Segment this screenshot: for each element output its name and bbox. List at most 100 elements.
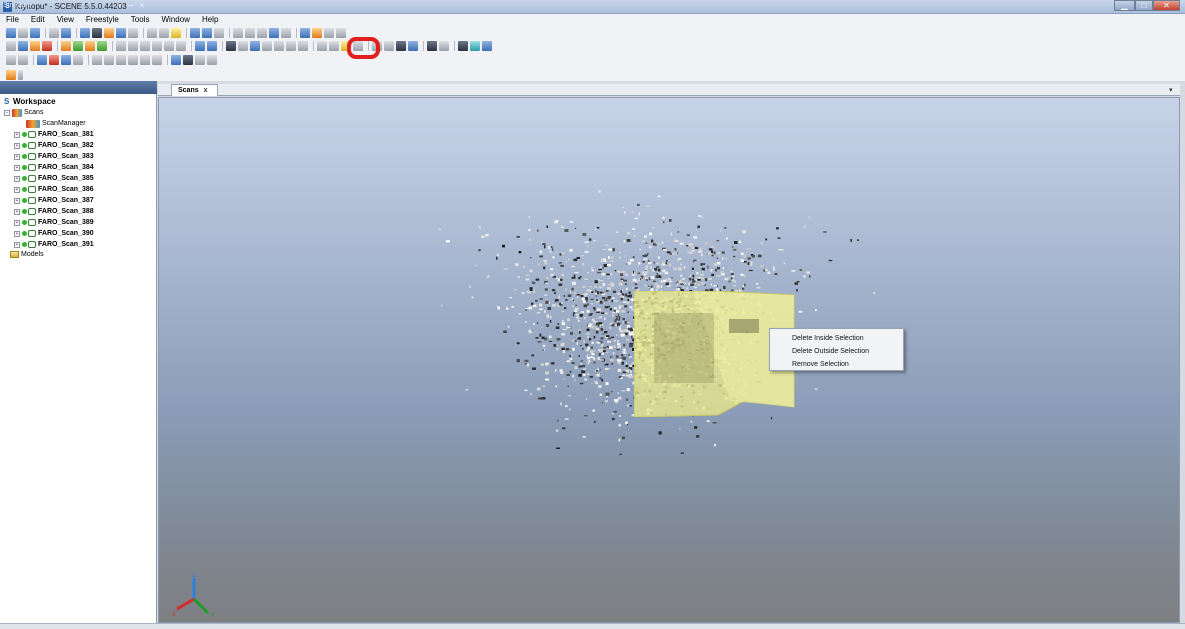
tree-models-folder[interactable]: Models [10, 249, 44, 260]
expand-icon[interactable]: + [14, 142, 20, 149]
tree-scan-item[interactable]: + FARO_Scan_383 [14, 151, 94, 162]
menu-view[interactable]: View [51, 14, 80, 25]
tree-scan-item[interactable]: + FARO_Scan_388 [14, 206, 94, 217]
view-2d-icon[interactable] [92, 27, 102, 38]
expand-icon[interactable]: + [14, 197, 20, 204]
menu-file[interactable]: File [0, 14, 25, 25]
plugin-icon[interactable] [6, 69, 16, 80]
globe-icon[interactable] [18, 40, 28, 51]
shading-icon[interactable] [286, 40, 296, 51]
measure-icon[interactable] [171, 27, 181, 38]
export-icon[interactable] [202, 27, 212, 38]
collapse-icon[interactable]: − [4, 109, 10, 116]
properties-icon[interactable] [214, 27, 224, 38]
expand-icon[interactable]: + [14, 131, 20, 138]
menu-window[interactable]: Window [155, 14, 195, 25]
lighting-icon[interactable] [262, 40, 272, 51]
box-clip-icon[interactable] [482, 40, 492, 51]
select-pointer-icon[interactable] [18, 54, 28, 65]
home-view-icon[interactable] [116, 27, 126, 38]
remove-selection-item[interactable]: Remove Selection [770, 358, 903, 371]
snapshot-icon[interactable] [281, 27, 291, 38]
help-icon[interactable] [61, 27, 71, 38]
density-full-icon[interactable] [408, 40, 418, 51]
tree-scan-manager[interactable]: ScanManager [26, 118, 86, 129]
zoom-out-icon[interactable] [85, 40, 95, 51]
pick-icon[interactable] [6, 40, 16, 51]
tree-scans-folder[interactable]: − Scans [4, 107, 43, 118]
menu-edit[interactable]: Edit [25, 14, 51, 25]
plugin-dropdown-icon[interactable] [18, 69, 23, 80]
menu-freestyle[interactable]: Freestyle [80, 14, 125, 25]
place-scans-icon[interactable] [159, 27, 169, 38]
box-view-icon[interactable] [470, 40, 480, 51]
zoom-extents-icon[interactable] [61, 40, 71, 51]
camera-icon[interactable] [269, 27, 279, 38]
draw-polygon-icon[interactable] [128, 54, 138, 65]
brush-icon[interactable] [458, 40, 468, 51]
draw-rect-icon[interactable] [92, 54, 102, 65]
expand-icon[interactable]: + [14, 230, 20, 237]
pan-icon[interactable] [97, 40, 107, 51]
tab-close-icon[interactable]: x [204, 87, 208, 94]
3d-viewport[interactable]: Z X Y [158, 97, 1180, 623]
clip-plane-icon[interactable] [274, 40, 284, 51]
filter-icon[interactable] [245, 27, 255, 38]
expand-icon[interactable]: + [14, 219, 20, 226]
open-icon[interactable] [18, 27, 28, 38]
density-high-icon[interactable] [396, 40, 406, 51]
layer-icon[interactable] [329, 40, 339, 51]
line-tool-icon[interactable] [336, 27, 346, 38]
fly-icon[interactable] [30, 40, 40, 51]
add-selection-icon[interactable] [183, 54, 193, 65]
color-mode-icon[interactable] [250, 40, 260, 51]
report-icon[interactable] [190, 27, 200, 38]
point-size-icon[interactable] [298, 40, 308, 51]
view-right-icon[interactable] [152, 40, 162, 51]
projection-icon[interactable] [226, 40, 236, 51]
subtract-selection-icon[interactable] [195, 54, 205, 65]
select-polygon-icon[interactable] [49, 54, 59, 65]
tree-scan-item[interactable]: + FARO_Scan_382 [14, 140, 94, 151]
view-3d-icon[interactable] [80, 27, 90, 38]
intersect-selection-icon[interactable] [207, 54, 217, 65]
target-icon[interactable] [324, 27, 334, 38]
density-mid-icon[interactable] [384, 40, 394, 51]
draw-line-icon[interactable] [104, 54, 114, 65]
sync-icon[interactable] [312, 27, 322, 38]
view-front-icon[interactable] [116, 40, 126, 51]
tree-workspace[interactable]: S Workspace [4, 96, 56, 107]
expand-icon[interactable]: + [14, 164, 20, 171]
select-brush-icon[interactable] [61, 54, 71, 65]
quick-view-icon[interactable] [104, 27, 114, 38]
tree-scan-item[interactable]: + FARO_Scan_384 [14, 162, 94, 173]
tree-scan-item[interactable]: + FARO_Scan_385 [14, 173, 94, 184]
delete-outside-selection-item[interactable]: Delete Outside Selection [770, 345, 903, 358]
tree-scan-item[interactable]: + FARO_Scan_389 [14, 217, 94, 228]
close-button[interactable]: ✕ [1153, 0, 1180, 11]
view-bottom-icon[interactable] [176, 40, 186, 51]
view-back-icon[interactable] [128, 40, 138, 51]
expand-icon[interactable]: + [14, 208, 20, 215]
colorize-icon[interactable] [257, 27, 267, 38]
expand-icon[interactable]: + [14, 241, 20, 248]
draw-circle-icon[interactable] [140, 54, 150, 65]
panel-controls[interactable]: ▾ ꟷ ✕ [118, 2, 147, 11]
zoom-in-icon[interactable] [73, 40, 83, 51]
select-lasso-icon[interactable] [73, 54, 83, 65]
maximize-button[interactable]: □ [1135, 0, 1153, 11]
print-icon[interactable] [49, 27, 59, 38]
new-project-icon[interactable] [6, 27, 16, 38]
tab-list-dropdown-icon[interactable]: ▾ [1169, 86, 1173, 94]
expand-icon[interactable]: + [14, 175, 20, 182]
select-all-icon[interactable] [6, 54, 16, 65]
tree-scan-item[interactable]: + FARO_Scan_390 [14, 228, 94, 239]
render-mode-icon[interactable] [238, 40, 248, 51]
tree-scan-item[interactable]: + FARO_Scan_387 [14, 195, 94, 206]
menu-tools[interactable]: Tools [125, 14, 156, 25]
fill-gaps-icon[interactable] [427, 40, 437, 51]
correspondence-icon[interactable] [147, 27, 157, 38]
draw-polyline-icon[interactable] [152, 54, 162, 65]
new-selection-icon[interactable] [171, 54, 181, 65]
select-rect-icon[interactable] [37, 54, 47, 65]
